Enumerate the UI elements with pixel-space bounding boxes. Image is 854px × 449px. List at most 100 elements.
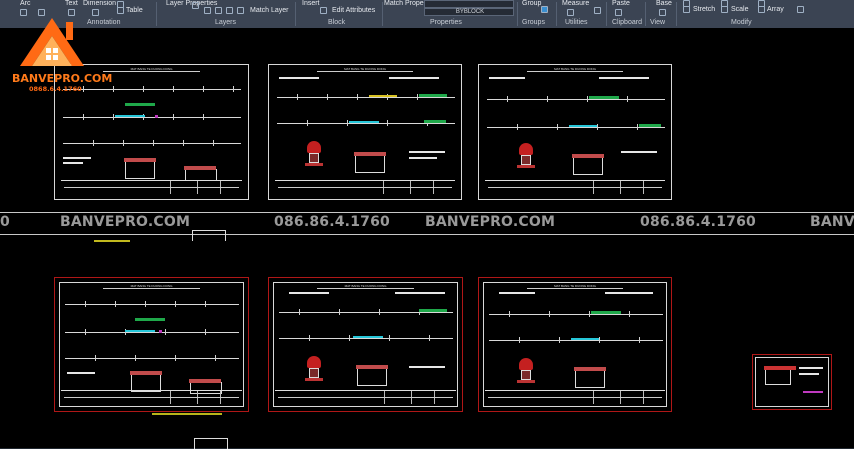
group-select-icon[interactable] — [541, 6, 548, 13]
match-properties-button[interactable]: Match Properties — [384, 0, 437, 7]
linetype-select[interactable]: BYBLOCK — [424, 8, 514, 16]
group-button[interactable]: Group — [522, 0, 541, 7]
note-text-block — [63, 157, 91, 159]
copy-icon[interactable] — [758, 0, 765, 7]
layer-lock-icon[interactable] — [237, 7, 244, 14]
array-icon[interactable] — [758, 6, 765, 13]
watermark-line — [0, 212, 854, 213]
ribbon-toolbar: Arc Text Dimension Table Annotation Laye… — [0, 0, 854, 28]
note-text-block — [799, 373, 819, 375]
edit-attributes-button[interactable]: Edit Attributes — [332, 7, 375, 14]
drawing-sheet[interactable]: MAT BANG TE DUONG DONG — [268, 277, 463, 412]
base-view-icon[interactable] — [659, 9, 666, 16]
color-select[interactable] — [424, 0, 514, 8]
note-text-block — [279, 77, 319, 79]
clipboard-group-label[interactable]: Clipboard — [612, 19, 642, 26]
sheet-border — [273, 282, 458, 407]
layer-off-icon[interactable] — [204, 7, 211, 14]
road-profile-line — [63, 114, 241, 120]
cyan-section — [571, 338, 599, 340]
road-profile-line — [65, 355, 239, 361]
cross-section-detail — [354, 152, 386, 173]
note-text-block — [409, 157, 437, 159]
road-profile-line — [277, 94, 455, 100]
drawing-sheet[interactable]: MAT BANG TE DUONG DONG — [268, 64, 462, 200]
cross-section-detail — [572, 154, 604, 175]
title-block — [275, 390, 456, 404]
layer-freeze-icon[interactable] — [226, 7, 233, 14]
drawing-sheet-small[interactable] — [752, 354, 832, 410]
drawing-canvas[interactable]: MAT BANG TE DUONG DONG MAT BANG TE DUONG… — [0, 28, 854, 449]
cyan-section — [125, 330, 155, 332]
block-group-label[interactable]: Block — [328, 19, 345, 26]
cyan-section — [349, 121, 379, 123]
note-text-block — [621, 151, 657, 153]
separator — [676, 2, 677, 26]
separator — [517, 2, 518, 26]
green-section — [589, 96, 619, 99]
table-icon[interactable] — [117, 7, 124, 14]
groups-group-label[interactable]: Groups — [522, 19, 545, 26]
cyan-section — [569, 125, 597, 127]
magenta-marker — [155, 115, 158, 118]
edit-attributes-icon[interactable] — [320, 7, 327, 14]
road-profile-line — [65, 329, 239, 335]
trim-icon[interactable] — [797, 6, 804, 13]
road-profile-line — [63, 140, 241, 146]
drawing-sheet[interactable]: MAT BANG TE DUONG DONG — [478, 64, 672, 200]
layer-state-icon[interactable] — [192, 2, 199, 9]
measure-button[interactable]: Measure — [562, 0, 589, 7]
road-profile-line — [487, 124, 665, 130]
dimension-button[interactable]: Dimension — [83, 0, 116, 7]
drawing-sheet[interactable]: MAT BANG TE DUONG DONG — [54, 277, 249, 412]
title-block — [275, 180, 455, 194]
move-icon[interactable] — [683, 0, 690, 7]
calculator-icon[interactable] — [594, 7, 601, 14]
utilities-group-label[interactable]: Utilities — [565, 19, 588, 26]
logo-brand-text: BANVEPRO.COM — [12, 72, 113, 85]
text-button[interactable]: Text — [65, 0, 78, 7]
logo-phone-text: 0868.6.4.1760 — [29, 85, 82, 93]
scale-button[interactable]: Scale — [731, 6, 749, 13]
road-profile-line — [489, 311, 663, 317]
modify-group-label[interactable]: Modify — [731, 19, 752, 26]
sheet-title: MAT BANG TE DUONG DONG — [103, 67, 200, 72]
match-layer-button[interactable]: Match Layer — [250, 7, 289, 14]
measure-icon[interactable] — [567, 9, 574, 16]
paste-button[interactable]: Paste — [612, 0, 630, 7]
base-button[interactable]: Base — [656, 0, 672, 7]
yellow-section — [369, 95, 397, 97]
table-button[interactable]: Table — [126, 7, 143, 14]
drawing-sheet[interactable]: MAT BANG TE DUONG DONG — [478, 277, 672, 412]
note-text-block — [395, 292, 445, 294]
insert-button[interactable]: Insert — [302, 0, 320, 7]
note-text-block — [289, 292, 329, 294]
sheet-title: MAT BANG TE DUONG DONG — [527, 284, 623, 289]
stretch-button[interactable]: Stretch — [693, 6, 715, 13]
road-profile-line — [487, 96, 665, 102]
stretch-icon[interactable] — [683, 6, 690, 13]
separator — [645, 2, 646, 26]
watermark-phone: 086.86.4.1760 — [640, 214, 756, 230]
detail-fragment — [152, 413, 222, 425]
gate-detail — [305, 356, 323, 382]
layers-group-label[interactable]: Layers — [215, 19, 236, 26]
scale-icon[interactable] — [721, 6, 728, 13]
separator — [556, 2, 557, 26]
paste-icon[interactable] — [615, 9, 622, 16]
note-text-block — [799, 367, 823, 369]
cross-section-detail — [574, 367, 606, 388]
green-section — [419, 309, 447, 312]
sheet-border — [483, 282, 667, 407]
watermark-fragment: BANVE — [810, 214, 854, 230]
layer-isolate-icon[interactable] — [215, 7, 222, 14]
view-group-label[interactable]: View — [650, 19, 665, 26]
arc-button[interactable]: Arc — [20, 0, 31, 7]
properties-group-label[interactable]: Properties — [430, 19, 462, 26]
detail-fragment — [94, 240, 130, 256]
road-profile-line — [279, 335, 453, 341]
array-button[interactable]: Array — [767, 6, 784, 13]
rotate-icon[interactable] — [721, 0, 728, 7]
road-profile-line — [489, 337, 663, 343]
layer-properties-button[interactable]: Layer Properties — [166, 0, 217, 7]
